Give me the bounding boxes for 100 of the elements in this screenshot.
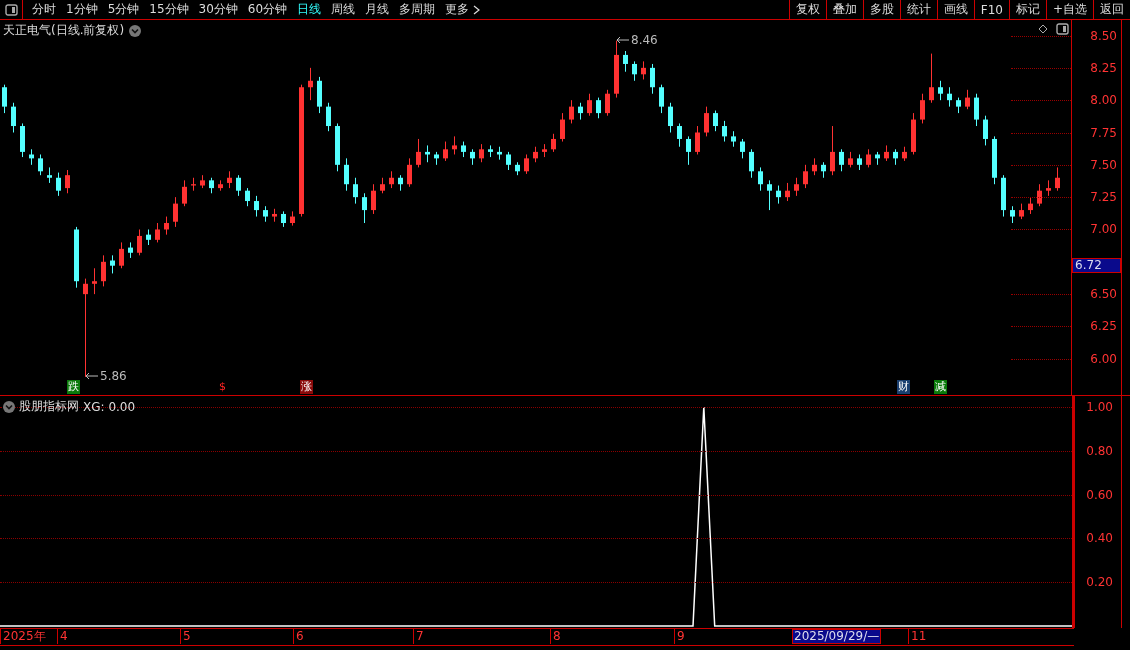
candle (470, 148, 475, 166)
candle (974, 93, 979, 127)
candle (56, 172, 61, 197)
period-tab[interactable]: 月线 (360, 1, 395, 18)
candle (110, 254, 115, 274)
candle (632, 60, 637, 82)
candle (767, 179, 772, 211)
candle (785, 182, 790, 202)
toolbar-button[interactable]: 多股 (862, 0, 900, 19)
candle (281, 210, 286, 228)
price-tick: 8.00 (1090, 93, 1117, 108)
candle (173, 196, 178, 228)
period-tab[interactable]: 60分钟 (242, 1, 293, 18)
candle (794, 177, 799, 197)
candle (38, 154, 43, 176)
indicator-reading: XG: 0.00 (83, 399, 136, 414)
candle (182, 179, 187, 207)
event-marker[interactable]: 财 (897, 380, 910, 394)
price-extreme-label: 5.86 (100, 368, 127, 383)
candle (560, 112, 565, 143)
y-tick-label: 0.20 (1086, 575, 1113, 590)
candle (317, 76, 322, 114)
candle (407, 157, 412, 188)
price-extreme-label: 8.46 (631, 32, 658, 47)
toolbar-button[interactable]: 统计 (899, 0, 937, 19)
candle (578, 102, 583, 121)
candle (101, 254, 106, 287)
price-tick: 7.25 (1090, 190, 1117, 205)
candle (875, 151, 880, 166)
period-tab[interactable]: 更多 (440, 1, 486, 18)
candle (461, 141, 466, 158)
event-marker[interactable]: 跌 (67, 380, 80, 394)
candle (389, 170, 394, 189)
candle (65, 169, 70, 194)
date-label: 8 (550, 629, 561, 644)
candle (992, 135, 997, 185)
candle (218, 179, 223, 192)
price-tick: 7.50 (1090, 157, 1117, 172)
candle (380, 177, 385, 194)
candle (830, 125, 835, 176)
candle (137, 229, 142, 256)
stock-title: 天正电气(日线.前复权) (3, 22, 125, 39)
y-tick-label: 1.00 (1086, 399, 1113, 414)
diamond-icon[interactable] (1038, 24, 1049, 34)
date-label: 5 (180, 629, 191, 644)
date-label: 9 (674, 629, 685, 644)
period-tab[interactable]: 多周期 (394, 1, 441, 18)
candle (236, 174, 241, 197)
candle (74, 226, 79, 289)
candle (929, 53, 934, 104)
period-tab[interactable]: 日线 (292, 1, 327, 18)
candle (335, 122, 340, 172)
candle (776, 185, 781, 205)
y-tick-label: 0.80 (1086, 443, 1113, 458)
candle (596, 97, 601, 119)
candle (245, 187, 250, 207)
toolbar-button[interactable]: +自选 (1045, 0, 1093, 19)
candle (866, 148, 871, 168)
candle (902, 146, 907, 162)
toolbar-button[interactable]: F10 (973, 0, 1009, 19)
candle (668, 102, 673, 133)
panel-toggle-icon[interactable] (4, 3, 18, 16)
candle (731, 130, 736, 148)
event-marker[interactable]: $ (218, 380, 227, 394)
candle (695, 125, 700, 155)
toolbar-button[interactable]: 复权 (788, 0, 826, 19)
candle (452, 135, 457, 155)
toolbar-button[interactable]: 标记 (1008, 0, 1046, 19)
period-tab[interactable]: 1分钟 (61, 1, 103, 18)
toolbar-button[interactable]: 返回 (1093, 0, 1130, 19)
period-tab[interactable]: 15分钟 (144, 1, 194, 18)
panel-toggle-icon[interactable] (1056, 23, 1070, 35)
candle (821, 161, 826, 179)
period-tab[interactable]: 30分钟 (193, 1, 243, 18)
chevron-down-icon[interactable] (129, 24, 142, 37)
toolbar-button[interactable]: 画线 (936, 0, 974, 19)
candle (857, 154, 862, 171)
candle (920, 93, 925, 124)
period-tab[interactable]: 周线 (326, 1, 361, 18)
period-tab[interactable]: 分时 (27, 1, 61, 18)
period-tab[interactable]: 5分钟 (102, 1, 145, 18)
candle (326, 102, 331, 132)
event-marker[interactable]: 涨 (300, 380, 313, 394)
candle (938, 80, 943, 101)
candle (398, 174, 403, 192)
arrow-icon (85, 371, 99, 380)
candle (146, 229, 151, 246)
toolbar-button[interactable]: 叠加 (825, 0, 863, 19)
candle (362, 192, 367, 224)
candle (605, 89, 610, 117)
candle (227, 170, 232, 189)
candle (29, 148, 34, 166)
candle (353, 177, 358, 205)
candle (812, 157, 817, 176)
chevron-down-icon[interactable] (3, 400, 15, 413)
candle (20, 122, 25, 158)
chevron-right-icon (473, 4, 481, 15)
candle (344, 157, 349, 192)
event-marker[interactable]: 减 (934, 380, 947, 394)
cursor-date-label: 2025/09/29/— (792, 629, 882, 644)
